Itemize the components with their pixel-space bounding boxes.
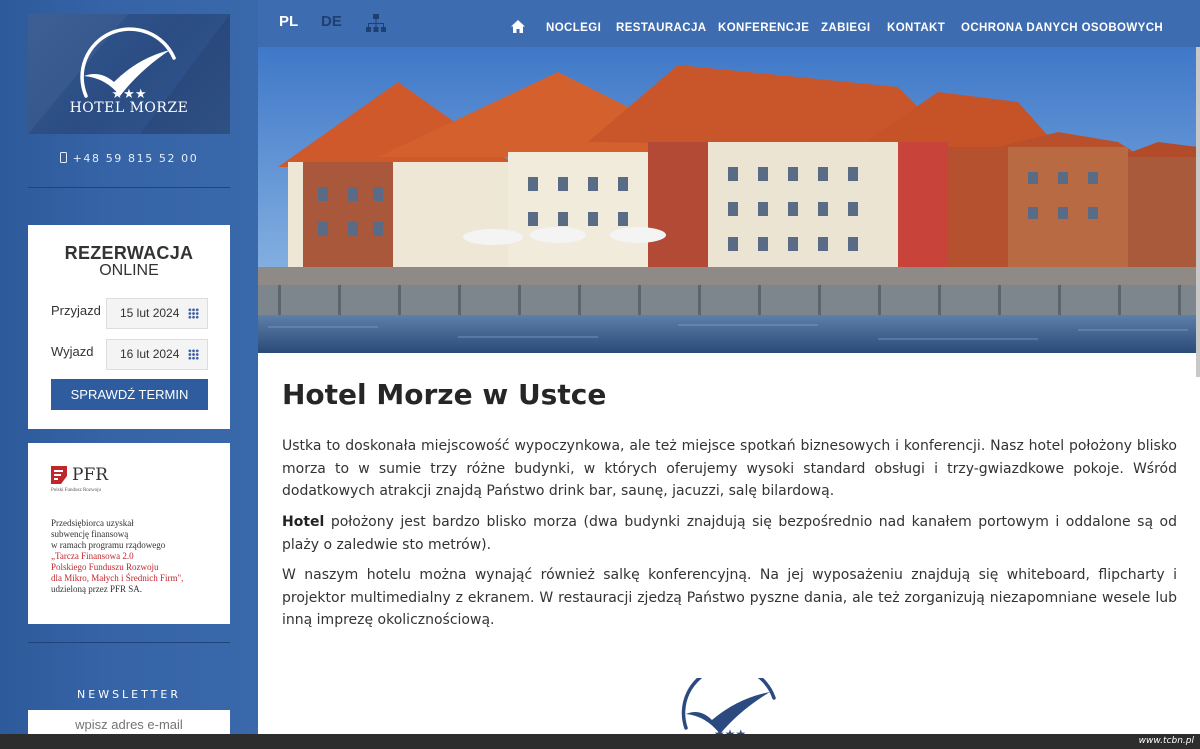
- mobile-phone-icon: [59, 152, 67, 163]
- nav-item-noclegi[interactable]: NOCLEGI: [546, 22, 601, 34]
- footer-seagull-logo-icon: ★★★: [681, 678, 776, 738]
- seagull-logo-icon: ★★★: [80, 27, 176, 102]
- hotel-name: HOTEL MORZE: [69, 100, 189, 116]
- booking-subtitle: ONLINE: [99, 262, 159, 279]
- page-title: Hotel Morze w Ustce: [282, 378, 607, 411]
- hero-image: [258, 47, 1198, 353]
- departure-date-field[interactable]: 16 lut 2024: [106, 339, 208, 370]
- pfr-notice[interactable]: PFR Polski Fundusz Rozwoju Przedsiębiorc…: [28, 443, 230, 624]
- phone-number[interactable]: +48 59 815 52 00: [28, 152, 230, 165]
- pfr-logo-icon: [51, 466, 67, 484]
- nav-item-kontakt[interactable]: KONTAKT: [887, 22, 945, 34]
- nav-item-konferencje[interactable]: KONFERENCJE: [718, 22, 809, 34]
- conference-paragraph: W naszym hotelu można wynająć również sa…: [282, 567, 1177, 628]
- intro-paragraph: Ustka to doskonała miejscowość wypoczynk…: [282, 438, 1177, 499]
- language-pl[interactable]: PL: [279, 13, 298, 30]
- departure-label: Wyjazd: [51, 344, 94, 359]
- nav-item-zabiegi[interactable]: ZABIEGI: [821, 22, 870, 34]
- divider: [28, 642, 230, 643]
- arrival-label: Przyjazd: [51, 303, 101, 318]
- calendar-icon[interactable]: [188, 308, 199, 319]
- home-icon[interactable]: [511, 20, 525, 33]
- nav-item-restauracja[interactable]: RESTAURACJA: [616, 22, 706, 34]
- sitemap-icon[interactable]: [365, 13, 387, 33]
- booking-widget: REZERWACJA ONLINE Przyjazd 15 lut 2024 W…: [28, 225, 230, 429]
- check-availability-button[interactable]: SPRAWDŹ TERMIN: [51, 379, 208, 410]
- nav-item-ochrona-danych[interactable]: OCHRONA DANYCH OSOBOWYCH: [961, 22, 1163, 34]
- language-de[interactable]: DE: [321, 13, 342, 30]
- bottom-strip: [0, 734, 1200, 749]
- calendar-icon[interactable]: [188, 349, 199, 360]
- sidebar: ★★★ HOTEL MORZE +48 59 815 52 00 REZERWA…: [0, 0, 258, 749]
- divider: [28, 187, 230, 188]
- hotel-logo[interactable]: ★★★ HOTEL MORZE: [28, 14, 230, 134]
- scrollbar[interactable]: [1196, 47, 1200, 377]
- hotel-photo: [258, 47, 1198, 353]
- location-paragraph: Hotel położony jest bardzo blisko morza …: [282, 514, 1177, 553]
- watermark: www.tcbn.pl: [1138, 736, 1194, 746]
- pfr-name: PFR: [72, 465, 109, 485]
- pfr-full-name: Polski Fundusz Rozwoju: [51, 488, 102, 493]
- arrival-date-field[interactable]: 15 lut 2024: [106, 298, 208, 329]
- booking-title: REZERWACJA: [64, 243, 194, 263]
- newsletter-label: NEWSLETTER: [77, 688, 181, 701]
- pfr-description: Przedsiębiorca uzyskał subwencję finanso…: [51, 518, 184, 594]
- top-navigation-bar: PL DE NOCLEGI RESTAURACJA KONFERENCJE ZA…: [258, 0, 1200, 47]
